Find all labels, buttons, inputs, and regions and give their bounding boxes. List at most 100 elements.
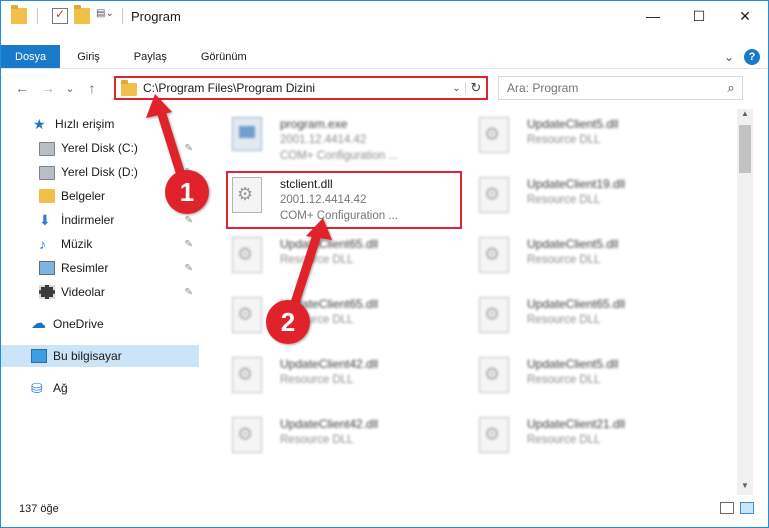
sidebar-item-pictures[interactable]: Resimler ✎ <box>39 257 199 279</box>
sidebar-item-this-pc[interactable]: Bu bilgisayar <box>1 345 199 367</box>
sidebar-item-label: Bu bilgisayar <box>53 349 122 363</box>
tab-share[interactable]: Paylaş <box>117 45 184 68</box>
file-item[interactable]: UpdateClient65.dll Resource DLL <box>212 291 452 347</box>
file-name: program.exe <box>280 117 348 131</box>
pictures-icon <box>39 261 55 275</box>
file-item[interactable]: program.exe 2001.12.4414.42 COM+ Configu… <box>212 111 452 167</box>
up-button[interactable]: ↑ <box>79 80 105 96</box>
dll-icon <box>479 417 509 453</box>
tiles-view-icon[interactable] <box>740 502 754 514</box>
dll-icon <box>479 177 509 213</box>
back-button[interactable]: ← <box>9 80 35 96</box>
file-name: UpdateClient5.dll <box>527 237 619 251</box>
file-name: UpdateClient5.dll <box>527 117 619 131</box>
file-item[interactable]: UpdateClient65.dll Resource DLL <box>212 231 452 287</box>
pin-icon[interactable]: ✎ <box>185 215 193 226</box>
file-item[interactable]: UpdateClient5.dll Resource DLL <box>459 111 699 167</box>
cloud-icon: ☁ <box>31 315 46 332</box>
file-description: Resource DLL <box>527 434 601 446</box>
file-description: Resource DLL <box>280 434 354 446</box>
window-controls: — ☐ ✕ <box>630 1 768 31</box>
sidebar-item-label: OneDrive <box>53 317 104 331</box>
file-item[interactable]: UpdateClient5.dll Resource DLL <box>459 231 699 287</box>
search-box[interactable]: ⌕ <box>498 76 743 100</box>
file-name: UpdateClient21.dll <box>527 417 626 431</box>
documents-icon <box>39 189 55 203</box>
file-description: COM+ Configuration ... <box>280 150 398 162</box>
pin-icon[interactable]: ✎ <box>185 287 193 298</box>
file-item[interactable]: UpdateClient42.dll Resource DLL <box>212 351 452 407</box>
expand-ribbon-icon[interactable]: ⌄ <box>724 50 734 64</box>
file-name: UpdateClient65.dll <box>280 297 379 311</box>
sidebar-item-music[interactable]: ♪ Müzik ✎ <box>39 233 199 255</box>
address-bar[interactable]: C:\Program Files\Program Dizini ⌄ ↻ <box>114 76 488 100</box>
tab-file[interactable]: Dosya <box>1 45 61 68</box>
dll-icon <box>479 357 509 393</box>
file-description: Resource DLL <box>280 314 354 326</box>
folder-icon[interactable] <box>11 5 27 24</box>
customize-toolbar-icon[interactable]: ▤⌄ <box>96 8 118 24</box>
file-item[interactable]: UpdateClient42.dll Resource DLL <box>212 411 452 467</box>
drive-icon <box>39 142 55 156</box>
pin-icon[interactable]: ✎ <box>185 191 193 202</box>
navigation-bar: ← → ⌄ ↑ C:\Program Files\Program Dizini … <box>1 73 768 103</box>
sidebar-item-local-disk-c[interactable]: Yerel Disk (C:) ✎ <box>39 137 199 159</box>
close-button[interactable]: ✕ <box>722 1 768 31</box>
quick-access-toolbar: ▤⌄ <box>1 5 118 24</box>
network-icon: ⛁ <box>31 380 43 396</box>
sidebar-item-downloads[interactable]: ⬇ İndirmeler ✎ <box>39 209 199 231</box>
title-bar: ▤⌄ Program — ☐ ✕ <box>1 1 768 31</box>
folder-icon <box>121 79 137 96</box>
sidebar-item-label: Müzik <box>61 237 93 251</box>
sidebar-item-network[interactable]: ⛁ Ağ <box>31 377 231 399</box>
music-icon: ♪ <box>39 236 46 252</box>
new-folder-icon[interactable] <box>74 5 90 24</box>
forward-button[interactable]: → <box>35 80 61 96</box>
sidebar-item-documents[interactable]: Belgeler ✎ <box>39 185 199 207</box>
status-bar: 137 öğe <box>1 497 768 521</box>
sidebar-item-label: Ağ <box>53 381 68 395</box>
sidebar-item-label: Videolar <box>61 285 105 299</box>
sidebar-item-local-disk-d[interactable]: Yerel Disk (D:) ✎ <box>39 161 199 183</box>
highlight-box <box>226 171 462 229</box>
dll-icon <box>479 117 509 153</box>
file-description: Resource DLL <box>527 194 601 206</box>
sidebar-item-videos[interactable]: Videolar ✎ <box>39 281 199 303</box>
properties-icon[interactable] <box>52 7 68 24</box>
sidebar-item-label: Belgeler <box>61 189 106 203</box>
refresh-button[interactable]: ↻ <box>466 80 486 96</box>
vertical-scrollbar[interactable]: ▲ ▼ <box>737 109 753 495</box>
tab-home[interactable]: Giriş <box>60 45 117 68</box>
dll-icon <box>232 357 262 393</box>
pin-icon[interactable]: ✎ <box>185 263 193 274</box>
pin-icon[interactable]: ✎ <box>185 143 193 154</box>
search-input[interactable] <box>507 81 720 95</box>
maximize-button[interactable]: ☐ <box>676 1 722 31</box>
file-name: UpdateClient19.dll <box>527 177 626 191</box>
tab-view[interactable]: Görünüm <box>184 45 264 68</box>
dll-icon <box>479 297 509 333</box>
file-name: UpdateClient65.dll <box>280 237 379 251</box>
address-path[interactable]: C:\Program Files\Program Dizini <box>143 81 448 95</box>
file-item[interactable]: UpdateClient19.dll Resource DLL <box>459 171 699 227</box>
minimize-button[interactable]: — <box>630 1 676 31</box>
file-item[interactable]: UpdateClient5.dll Resource DLL <box>459 351 699 407</box>
dll-icon <box>232 417 262 453</box>
pin-icon[interactable]: ✎ <box>185 239 193 250</box>
sidebar-item-quick-access[interactable]: ★ Hızlı erişim <box>33 113 233 135</box>
pin-icon[interactable]: ✎ <box>185 167 193 178</box>
file-description: Resource DLL <box>527 134 601 146</box>
navigation-pane: ★ Hızlı erişim Yerel Disk (C:) ✎ Yerel D… <box>1 109 206 494</box>
recent-locations-button[interactable]: ⌄ <box>61 82 79 95</box>
scroll-down-button[interactable]: ▼ <box>737 481 753 495</box>
file-item[interactable]: UpdateClient65.dll Resource DLL <box>459 291 699 347</box>
scroll-thumb[interactable] <box>739 125 751 173</box>
help-icon[interactable]: ? <box>744 48 760 65</box>
file-version: 2001.12.4414.42 <box>280 134 367 146</box>
file-item[interactable]: UpdateClient21.dll Resource DLL <box>459 411 699 467</box>
sidebar-item-onedrive[interactable]: ☁ OneDrive <box>31 313 231 335</box>
scroll-up-button[interactable]: ▲ <box>737 109 753 123</box>
details-view-icon[interactable] <box>720 502 734 514</box>
search-icon[interactable]: ⌕ <box>720 80 742 96</box>
address-dropdown[interactable]: ⌄ <box>448 82 466 94</box>
